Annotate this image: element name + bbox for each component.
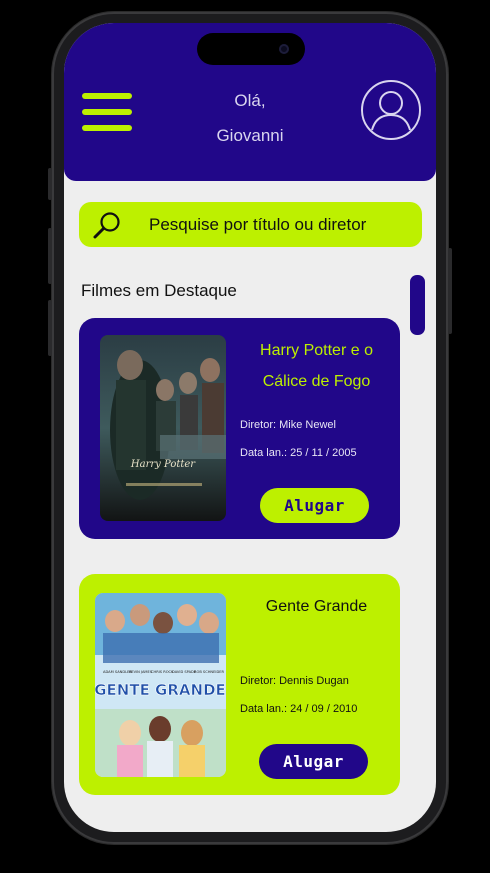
scrollbar[interactable]	[410, 275, 425, 335]
user-avatar-icon[interactable]	[360, 79, 422, 141]
movie-director: Diretor: Mike Newel	[240, 419, 336, 431]
svg-text:GENTE GRANDE: GENTE GRANDE	[95, 681, 226, 699]
movie-release-date: Data lan.: 24 / 09 / 2010	[240, 703, 358, 715]
search-input[interactable]: Pesquise por título ou diretor	[79, 202, 422, 247]
svg-text:KEVIN JAMES: KEVIN JAMES	[129, 670, 153, 674]
phone-action-button	[48, 168, 52, 200]
rent-button[interactable]: Alugar	[259, 744, 368, 779]
app-screen: Olá, Giovanni Pesquise por título ou dir…	[64, 23, 436, 832]
app-header: Olá, Giovanni	[64, 23, 436, 181]
greeting: Olá, Giovanni	[174, 83, 326, 153]
front-camera	[279, 44, 289, 54]
svg-text:CHRIS ROCK: CHRIS ROCK	[151, 670, 174, 674]
greeting-line-1: Olá,	[234, 91, 266, 110]
rent-button[interactable]: Alugar	[260, 488, 369, 523]
svg-text:Harry Potter: Harry Potter	[130, 459, 196, 470]
movie-card[interactable]: ADAM SANDLER KEVIN JAMES CHRIS ROCK DAVI…	[79, 574, 400, 795]
section-title: Filmes em Destaque	[81, 281, 237, 300]
movie-poster: ADAM SANDLER KEVIN JAMES CHRIS ROCK DAVI…	[95, 593, 226, 777]
phone-power-button	[448, 248, 452, 334]
movie-title: Gente Grande	[265, 598, 368, 615]
phone-volume-down-button	[48, 300, 52, 356]
phone-volume-up-button	[48, 228, 52, 284]
movie-director: Diretor: Dennis Dugan	[240, 675, 349, 687]
movie-card[interactable]: Harry Potter Harry Potter e o Cálice de …	[79, 318, 400, 539]
search-icon	[93, 212, 120, 239]
movie-release-date: Data lan.: 25 / 11 / 2005	[240, 447, 357, 459]
hamburger-menu-icon[interactable]	[82, 91, 134, 135]
dynamic-island	[197, 33, 305, 65]
movie-title: Harry Potter e o Cálice de Fogo	[260, 342, 373, 390]
svg-text:ROB SCHNEIDER: ROB SCHNEIDER	[194, 670, 224, 674]
user-name: Giovanni	[216, 126, 284, 145]
svg-text:ADAM SANDLER: ADAM SANDLER	[103, 670, 132, 674]
search-placeholder: Pesquise por título ou diretor	[149, 215, 367, 234]
movie-poster: Harry Potter	[100, 335, 226, 521]
